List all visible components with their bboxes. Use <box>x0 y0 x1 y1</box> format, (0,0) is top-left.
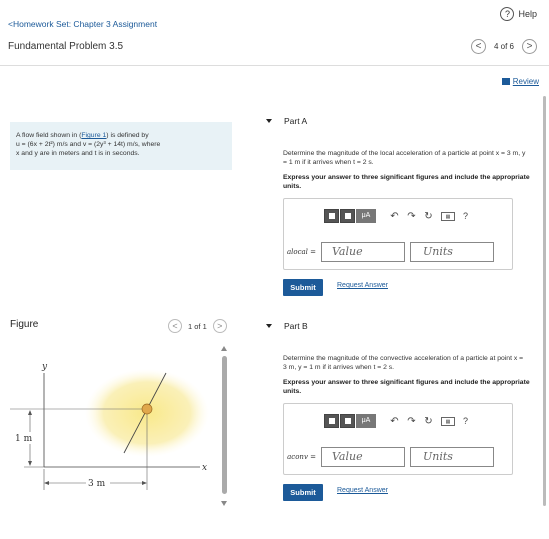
part-b-instruction: Express your answer to three significant… <box>283 379 530 395</box>
figure-heading: Figure <box>10 319 39 330</box>
part-a-input-row: alocal = Value Units <box>284 242 494 262</box>
problem-equation: u = (6x + 2t²) m/s and v = (2y³ + 14t) m… <box>16 141 161 148</box>
problem-text-2: ) is defined by <box>106 132 149 139</box>
figure-scroll-down-icon[interactable] <box>221 501 227 506</box>
part-a-answer-box: μA ↶ ↷ ↻ ▦ ? alocal = Value Units <box>283 198 513 270</box>
problem-pager-text: 4 of 6 <box>493 42 514 51</box>
a-conv-label: aconv = <box>287 453 316 461</box>
redo-icon[interactable]: ↷ <box>403 211 420 222</box>
reset-icon[interactable]: ↻ <box>420 211 437 222</box>
dim-1m-arrow-top <box>28 410 32 415</box>
matrix-icon[interactable] <box>340 414 355 428</box>
undo-icon[interactable]: ↶ <box>386 416 403 427</box>
a-local-units-input[interactable]: Units <box>410 242 494 262</box>
mu-units-icon[interactable]: μA <box>356 414 376 428</box>
help-icon[interactable]: ? <box>463 416 468 426</box>
problem-statement: A flow field shown in (Figure 1) is defi… <box>10 122 232 170</box>
redo-icon[interactable]: ↷ <box>403 416 420 427</box>
figure-pager: < 1 of 1 > <box>168 319 227 333</box>
particle-dot <box>141 403 153 415</box>
a-local-label: alocal = <box>286 248 316 256</box>
template-icon[interactable] <box>324 209 339 223</box>
figure-link[interactable]: Figure 1 <box>81 132 106 139</box>
part-b-input-row: aconv = Value Units <box>284 447 494 467</box>
header-divider <box>0 65 549 66</box>
undo-icon[interactable]: ↶ <box>386 211 403 222</box>
matrix-icon[interactable] <box>340 209 355 223</box>
review-link[interactable]: Review <box>501 77 539 86</box>
help-icon[interactable]: ? <box>463 211 468 221</box>
dim-1m-arrow-bottom <box>28 461 32 466</box>
reset-icon[interactable]: ↻ <box>420 416 437 427</box>
next-problem-button[interactable]: > <box>522 39 537 54</box>
flow-field-figure: y x 1 m 3 m <box>10 362 209 490</box>
figure-scroll-up-icon[interactable] <box>221 346 227 351</box>
figure-scrollbar[interactable] <box>222 356 227 494</box>
main-scrollbar[interactable] <box>543 96 546 506</box>
template-icon[interactable] <box>324 414 339 428</box>
figure-pager-text: 1 of 1 <box>188 321 207 331</box>
part-b-answer-box: μA ↶ ↷ ↻ ▦ ? aconv = Value Units <box>283 403 513 475</box>
dim-3m-arrow-right <box>142 481 147 485</box>
a-conv-value-input[interactable]: Value <box>321 447 405 467</box>
prev-problem-button[interactable]: < <box>470 39 486 54</box>
part-b-submit-button[interactable]: Submit <box>283 484 323 501</box>
caret-down-icon <box>266 119 272 123</box>
part-a-request-answer-link[interactable]: Request Answer <box>337 282 388 289</box>
part-a-instruction: Express your answer to three significant… <box>283 174 530 190</box>
dim-3m-arrow-left <box>44 481 49 485</box>
part-a-toolbar: μA ↶ ↷ ↻ ▦ ? <box>324 209 468 223</box>
part-b-header[interactable]: Part B <box>266 321 308 331</box>
dim-1m-label: 1 m <box>15 434 33 444</box>
dim-3m-label: 3 m <box>88 479 106 489</box>
question-circle-icon: ? <box>500 7 515 21</box>
part-a-submit-button[interactable]: Submit <box>283 279 323 296</box>
book-icon <box>501 78 510 85</box>
problem-text-1: A flow field shown in ( <box>16 132 82 139</box>
part-a-header[interactable]: Part A <box>266 116 307 126</box>
back-to-assignment-link[interactable]: <Homework Set: Chapter 3 Assignment <box>8 19 157 29</box>
prev-figure-button[interactable]: < <box>168 319 182 333</box>
x-axis-label: x <box>202 463 207 473</box>
problem-pager: < 4 of 6 > <box>470 39 537 54</box>
review-label: Review <box>512 77 539 86</box>
part-b-toolbar: μA ↶ ↷ ↻ ▦ ? <box>324 414 468 428</box>
keyboard-icon[interactable]: ▦ <box>441 416 455 426</box>
problem-units-note: x and y are in meters and t is in second… <box>16 150 140 157</box>
part-a-title: Part A <box>284 116 308 126</box>
part-a-question: Determine the magnitude of the local acc… <box>283 150 526 166</box>
problem-title: Fundamental Problem 3.5 <box>8 41 124 52</box>
a-conv-units-input[interactable]: Units <box>410 447 494 467</box>
y-axis-label: y <box>41 362 48 372</box>
mu-units-icon[interactable]: μA <box>356 209 376 223</box>
help-label: Help <box>518 9 537 19</box>
help-button[interactable]: ? Help <box>500 7 537 21</box>
part-b-question: Determine the magnitude of the convectiv… <box>283 355 524 371</box>
next-figure-button[interactable]: > <box>212 319 227 333</box>
part-b-request-answer-link[interactable]: Request Answer <box>337 487 388 494</box>
caret-down-icon <box>266 324 272 328</box>
part-b-title: Part B <box>284 321 308 331</box>
keyboard-icon[interactable]: ▦ <box>441 211 455 221</box>
a-local-value-input[interactable]: Value <box>321 242 405 262</box>
